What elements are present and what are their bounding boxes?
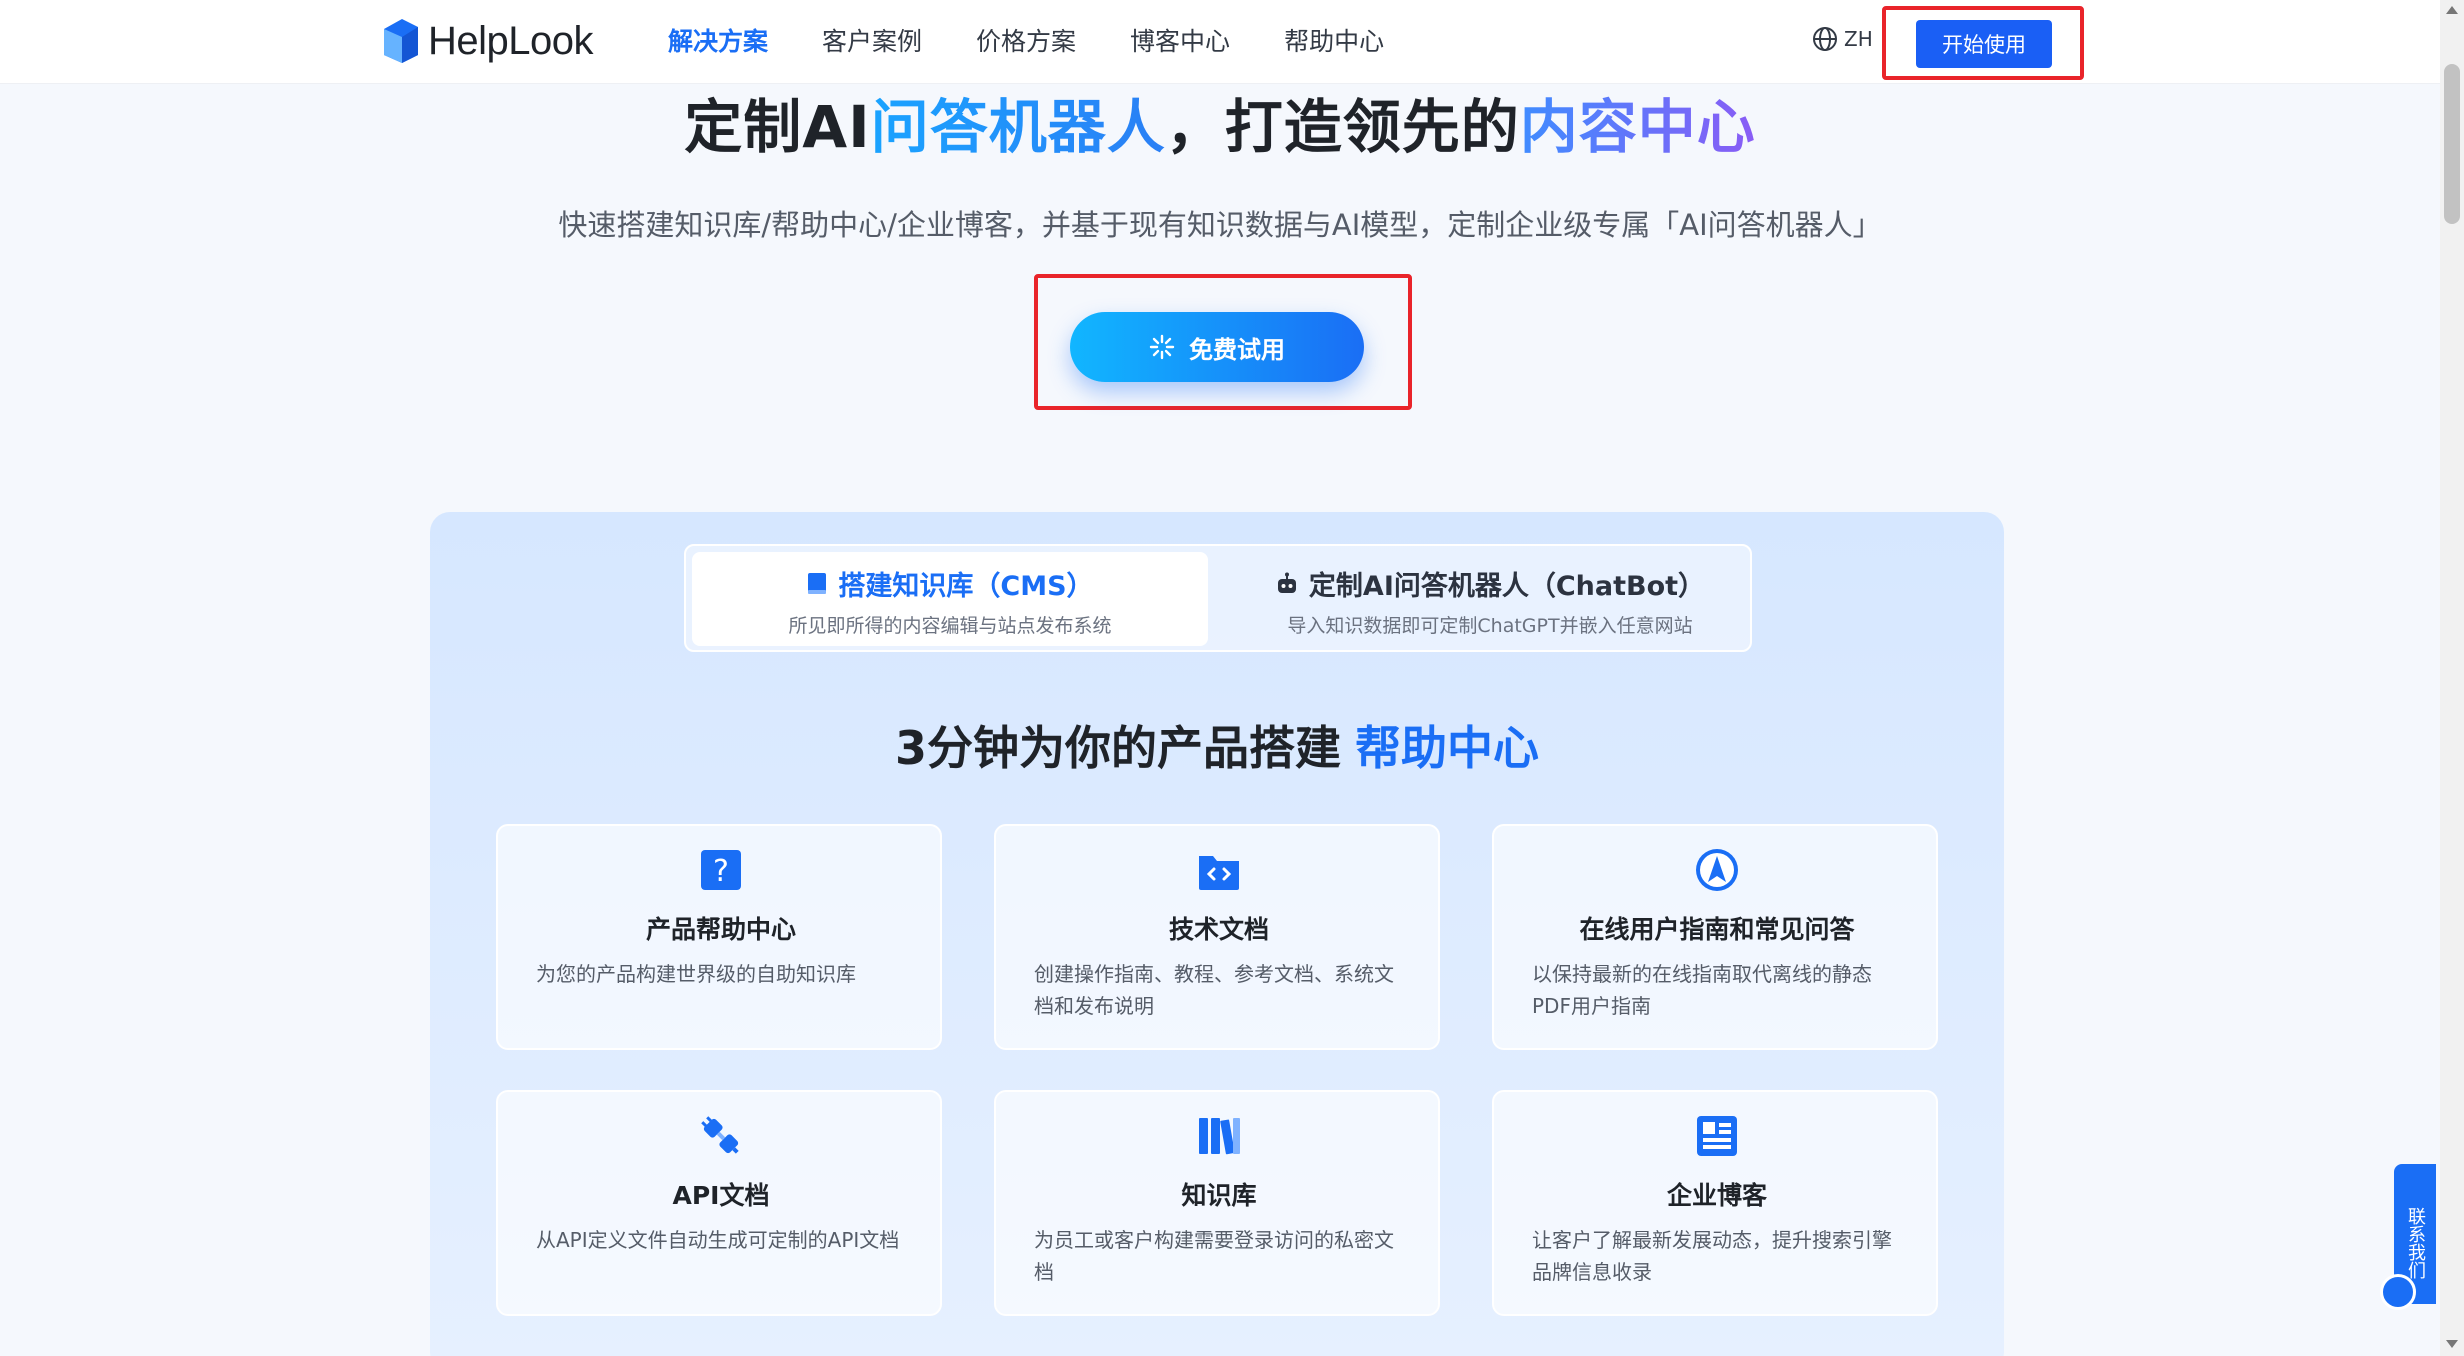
hero-title-highlight2: 内容中心 (1519, 93, 1756, 161)
hero-title: 定制AI问答机器人，打造领先的内容中心 (0, 80, 2440, 164)
card-title: API文档 (672, 1181, 770, 1210)
logo[interactable]: HelpLook (384, 16, 594, 66)
card-api-docs[interactable]: API文档 从API定义文件自动生成可定制的API文档 (496, 1090, 942, 1316)
logo-icon (384, 19, 418, 63)
language-label: ZH (1844, 27, 1873, 51)
hero-title-part3: ，打造领先的 (1165, 93, 1520, 161)
globe-icon (1813, 27, 1837, 51)
scrollbar[interactable] (2440, 0, 2464, 1356)
tab-chatbot[interactable]: 定制AI问答机器人（ChatBot） 导入知识数据即可定制ChatGPT并嵌入任… (1232, 552, 1748, 646)
navigation-icon (1696, 849, 1738, 891)
start-button[interactable]: 开始使用 (1916, 20, 2052, 68)
free-trial-button[interactable]: 免费试用 (1070, 312, 1364, 382)
hero-title-highlight1: 问答机器人 (870, 93, 1166, 161)
card-user-guide[interactable]: 在线用户指南和常见问答 以保持最新的在线指南取代离线的静态PDF用户指南 (1492, 824, 1938, 1050)
card-desc: 让客户了解最新发展动态，提升搜索引擎品牌信息收录 (1532, 1228, 1892, 1284)
help-icon: ? (701, 850, 741, 890)
card-knowledge-base[interactable]: 知识库 为员工或客户构建需要登录访问的私密文档 (994, 1090, 1440, 1316)
card-title: 企业博客 (1666, 1181, 1767, 1210)
card-tech-docs[interactable]: 技术文档 创建操作指南、教程、参考文档、系统文档和发布说明 (994, 824, 1440, 1050)
section-title-text: 3分钟为你的产品搭建 (894, 721, 1341, 775)
nav-item-help[interactable]: 帮助中心 (1284, 22, 1384, 62)
card-desc: 为您的产品构建世界级的自助知识库 (536, 962, 856, 986)
card-desc: 从API定义文件自动生成可定制的API文档 (536, 1228, 900, 1252)
nav-item-solutions[interactable]: 解决方案 (668, 22, 768, 62)
nav-item-blog[interactable]: 博客中心 (1130, 22, 1230, 62)
card-enterprise-blog[interactable]: 企业博客 让客户了解最新发展动态，提升搜索引擎品牌信息收录 (1492, 1090, 1938, 1316)
section-title-highlight: 帮助中心 (1355, 721, 1539, 775)
scroll-thumb[interactable] (2444, 64, 2460, 224)
code-folder-icon (1199, 856, 1239, 890)
trial-button-highlight: 免费试用 (1034, 274, 1412, 410)
chat-bubble-icon[interactable] (2380, 1274, 2416, 1310)
nav-item-pricing[interactable]: 价格方案 (976, 22, 1076, 62)
plug-icon (701, 1116, 739, 1154)
svg-text:?: ? (713, 854, 729, 889)
books-icon (1199, 1118, 1240, 1155)
hero-subtitle: 快速搭建知识库/帮助中心/企业博客，并基于现有知识数据与AI模型，定制企业级专属… (558, 208, 1882, 242)
start-button-highlight: 开始使用 (1882, 6, 2084, 80)
tab-chatbot-desc: 导入知识数据即可定制ChatGPT并嵌入任意网站 (1287, 615, 1693, 637)
card-title: 产品帮助中心 (645, 915, 796, 944)
card-title: 在线用户指南和常见问答 (1579, 915, 1855, 944)
product-tabs: 搭建知识库（CMS） 所见即所得的内容编辑与站点发布系统 定制AI问答机器人（C… (684, 544, 1752, 652)
card-desc: 以保持最新的在线指南取代离线的静态PDF用户指南 (1532, 962, 1872, 1018)
card-desc: 创建操作指南、教程、参考文档、系统文档和发布说明 (1034, 962, 1394, 1018)
section-title: 3分钟为你的产品搭建 帮助中心 (430, 712, 2004, 778)
free-trial-label: 免费试用 (1189, 335, 1285, 364)
card-desc: 为员工或客户构建需要登录访问的私密文档 (1034, 1228, 1394, 1284)
language-switcher[interactable]: ZH (1812, 26, 1873, 52)
scroll-up-icon[interactable] (2446, 6, 2458, 14)
feature-panel: 搭建知识库（CMS） 所见即所得的内容编辑与站点发布系统 定制AI问答机器人（C… (430, 512, 2004, 1356)
card-help-center[interactable]: ? 产品帮助中心 为您的产品构建世界级的自助知识库 (496, 824, 942, 1050)
hero-title-part1: 定制AI (684, 93, 871, 161)
book-icon (808, 572, 827, 594)
nav-item-cases[interactable]: 客户案例 (822, 22, 922, 62)
tab-cms[interactable]: 搭建知识库（CMS） 所见即所得的内容编辑与站点发布系统 (692, 552, 1208, 646)
tab-cms-desc: 所见即所得的内容编辑与站点发布系统 (788, 615, 1112, 637)
top-navbar: HelpLook 解决方案 客户案例 价格方案 博客中心 帮助中心 ZH 开始使… (0, 0, 2440, 84)
blog-icon (1697, 1116, 1737, 1156)
spinner-icon (1149, 334, 1175, 360)
scroll-down-icon[interactable] (2446, 1340, 2458, 1348)
nav-menu: 解决方案 客户案例 价格方案 博客中心 帮助中心 (668, 22, 1384, 62)
tab-chatbot-title: 定制AI问答机器人（ChatBot） (1308, 571, 1706, 602)
robot-icon (1277, 572, 1296, 593)
card-title: 技术文档 (1168, 915, 1269, 944)
brand-name: HelpLook (428, 18, 594, 63)
card-title: 知识库 (1181, 1181, 1257, 1210)
tab-cms-title: 搭建知识库（CMS） (838, 571, 1094, 602)
